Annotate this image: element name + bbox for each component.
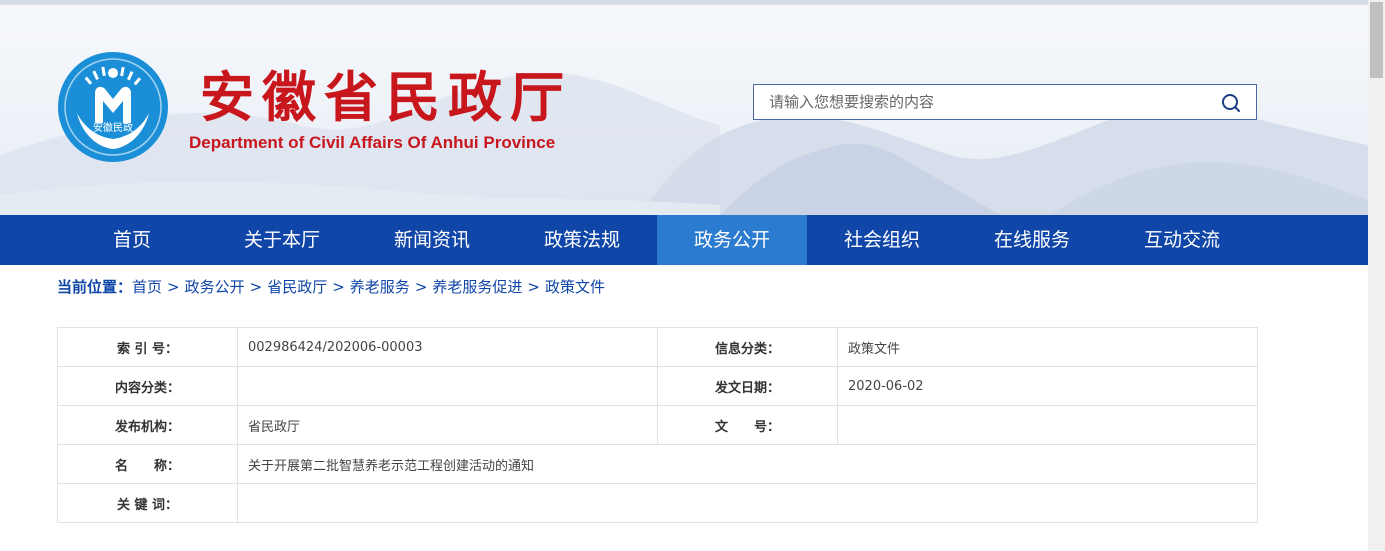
index-number-label: 索 引 号： <box>57 327 238 367</box>
nav-item-home[interactable]: 首页 <box>57 215 207 265</box>
breadcrumb-link-policy-documents[interactable]: 政策文件 <box>545 278 605 296</box>
search-input[interactable] <box>754 85 1214 119</box>
content-category-label: 内容分类： <box>57 366 238 406</box>
table-row: 名 称： 关于开展第二批智慧养老示范工程创建活动的通知 <box>57 444 1258 484</box>
breadcrumb-link-elderly-promotion[interactable]: 养老服务促进 <box>432 278 522 296</box>
breadcrumb-label: 当前位置： <box>57 278 133 296</box>
table-row: 索 引 号： 002986424/202006-00003 信息分类： 政策文件 <box>57 327 1258 367</box>
site-logo[interactable]: 安徽民政 <box>57 51 169 163</box>
logo-text: 安徽民政 <box>93 121 133 134</box>
breadcrumb-separator: > <box>167 278 180 296</box>
keywords-label: 关 键 词： <box>57 483 238 523</box>
document-info-table: 索 引 号： 002986424/202006-00003 信息分类： 政策文件… <box>57 327 1258 523</box>
keywords-value <box>237 483 1258 523</box>
breadcrumb-link-department[interactable]: 省民政厅 <box>267 278 327 296</box>
main-nav: 首页 关于本厅 新闻资讯 政策法规 政务公开 社会组织 在线服务 互动交流 <box>0 215 1368 265</box>
index-number-value: 002986424/202006-00003 <box>237 327 658 367</box>
nav-item-about[interactable]: 关于本厅 <box>207 215 357 265</box>
site-title: 安徽省民政厅 <box>200 65 572 129</box>
breadcrumb-link-elderly-services[interactable]: 养老服务 <box>350 278 410 296</box>
issuing-agency-label: 发布机构： <box>57 405 238 445</box>
document-name-label: 名 称： <box>57 444 238 484</box>
breadcrumb-separator: > <box>527 278 540 296</box>
search-button[interactable] <box>1220 92 1242 114</box>
breadcrumb: 当前位置：首页 > 政务公开 > 省民政厅 > 养老服务 > 养老服务促进 > 政策文件 <box>57 276 605 298</box>
nav-item-social-organizations[interactable]: 社会组织 <box>807 215 957 265</box>
nav-item-online-services[interactable]: 在线服务 <box>957 215 1107 265</box>
table-row: 发布机构： 省民政厅 文 号： <box>57 405 1258 445</box>
search-icon <box>1222 94 1240 112</box>
breadcrumb-link-home[interactable]: 首页 <box>132 278 162 296</box>
nav-item-government-affairs[interactable]: 政务公开 <box>657 215 807 265</box>
site-subtitle: Department of Civil Affairs Of Anhui Pro… <box>189 133 556 152</box>
site-header: 安徽民政 安徽省民政厅 Department of Civil Affairs … <box>0 5 1368 215</box>
info-category-label: 信息分类： <box>657 327 838 367</box>
table-row: 内容分类： 发文日期： 2020-06-02 <box>57 366 1258 406</box>
nav-item-policies[interactable]: 政策法规 <box>507 215 657 265</box>
table-row: 关 键 词： <box>57 483 1258 523</box>
breadcrumb-separator: > <box>249 278 263 296</box>
nav-item-interaction[interactable]: 互动交流 <box>1107 215 1257 265</box>
document-name-value: 关于开展第二批智慧养老示范工程创建活动的通知 <box>237 444 1258 484</box>
issuing-agency-value: 省民政厅 <box>237 405 658 445</box>
content-category-value <box>237 366 658 406</box>
document-number-value <box>837 405 1258 445</box>
issue-date-label: 发文日期： <box>657 366 838 406</box>
vertical-scrollbar[interactable] <box>1368 0 1385 551</box>
info-category-value: 政策文件 <box>837 327 1258 367</box>
search-box <box>753 84 1257 120</box>
civil-affairs-emblem-icon: 安徽民政 <box>58 52 168 162</box>
issue-date-value: 2020-06-02 <box>837 366 1258 406</box>
document-number-label: 文 号： <box>657 405 838 445</box>
breadcrumb-separator: > <box>332 278 345 296</box>
breadcrumb-link-government-affairs[interactable]: 政务公开 <box>185 278 245 296</box>
nav-item-news[interactable]: 新闻资讯 <box>357 215 507 265</box>
breadcrumb-separator: > <box>414 278 428 296</box>
scrollbar-thumb[interactable] <box>1370 2 1383 78</box>
